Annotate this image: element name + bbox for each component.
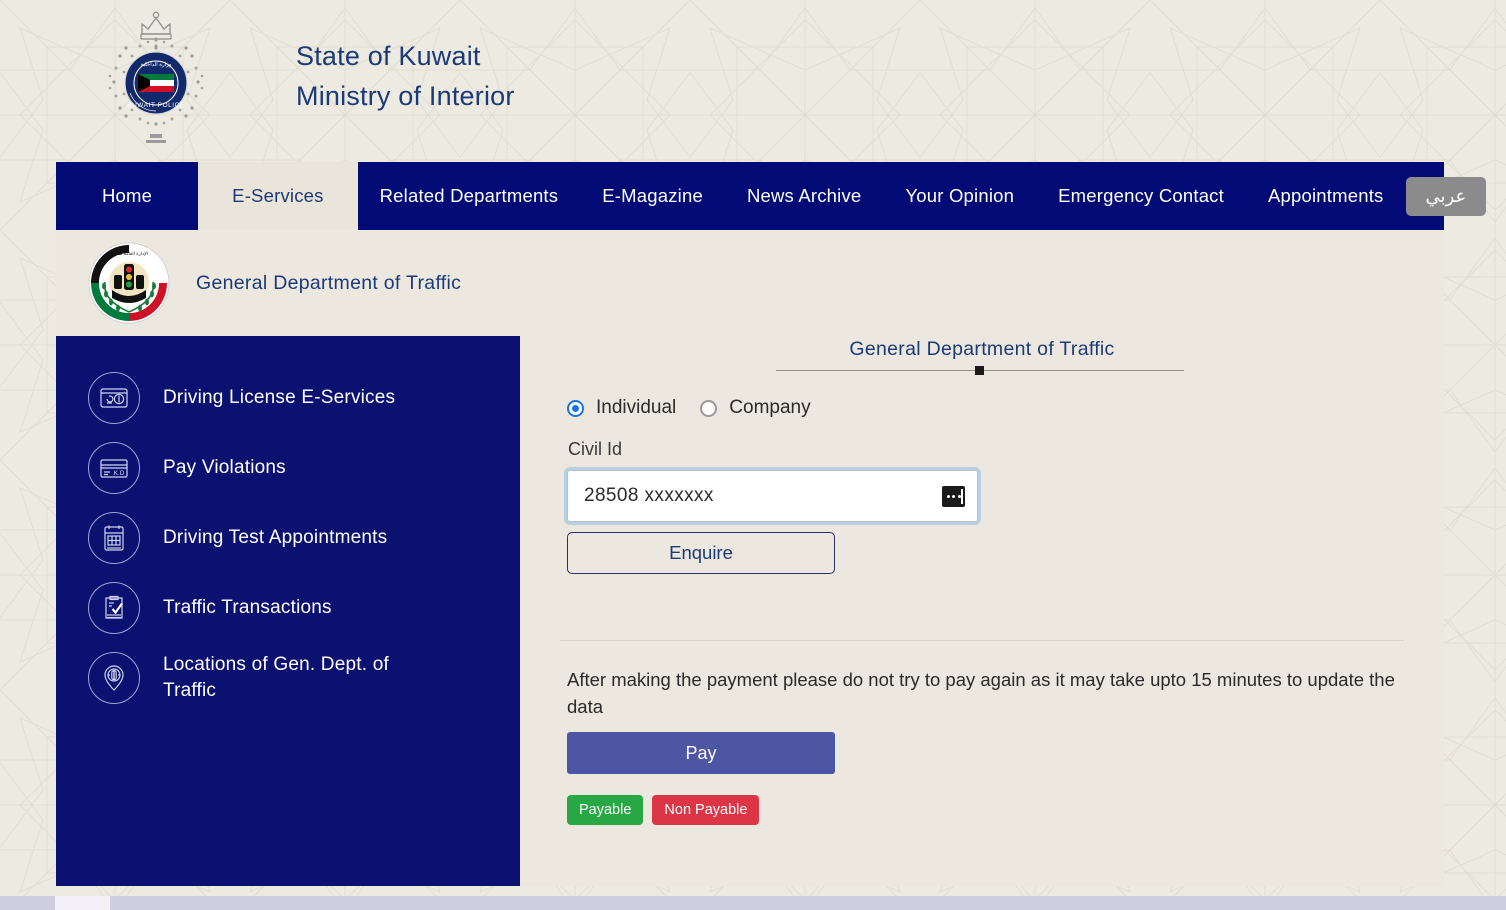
nav-item-e-services[interactable]: E-Services bbox=[198, 162, 358, 230]
department-name: General Department of Traffic bbox=[196, 271, 462, 294]
document-check-icon bbox=[88, 582, 140, 634]
radio-company[interactable] bbox=[700, 399, 718, 417]
radio-individual[interactable] bbox=[567, 399, 584, 417]
header-line-1: State of Kuwait bbox=[296, 41, 481, 71]
sidebar-item-label: Driving License E-Services bbox=[163, 387, 396, 408]
location-pin-icon bbox=[88, 652, 140, 704]
payment-notice: After making the payment please do not t… bbox=[567, 669, 1395, 717]
calendar-icon bbox=[88, 512, 140, 564]
nav-item-emergency-contact[interactable]: Emergency Contact bbox=[1036, 162, 1246, 230]
horizontal-scrollbar-thumb[interactable] bbox=[55, 896, 110, 910]
nav-item-home[interactable]: Home bbox=[56, 162, 198, 230]
department-banner: الإدارة العامة للمرور General Department… bbox=[56, 230, 1444, 336]
civil-id-label: Civil Id bbox=[568, 439, 623, 459]
pay-button[interactable]: Pay bbox=[567, 732, 835, 774]
status-badge-non-payable[interactable]: Non Payable bbox=[652, 795, 760, 825]
site-header: KUWAIT POLICE وزارة الداخلية State of Ku… bbox=[0, 0, 1506, 160]
status-badge-payable[interactable]: Payable bbox=[567, 795, 644, 825]
enquiry-form: General Department of Traffic Individual… bbox=[560, 336, 1444, 886]
status-legend: Payable Non Payable bbox=[567, 795, 760, 825]
svg-text:وزارة الداخلية: وزارة الداخلية bbox=[141, 62, 172, 68]
sidebar-item-locations-of-gen-dept-of-traffic[interactable]: Locations of Gen. Dept. of Traffic bbox=[88, 652, 423, 704]
section-divider-marker bbox=[975, 366, 984, 375]
horizontal-scrollbar[interactable] bbox=[0, 896, 1506, 910]
general-department-of-traffic-emblem-icon: الإدارة العامة للمرور bbox=[88, 242, 170, 324]
sidebar-item-pay-violations[interactable]: K.D Pay Violations bbox=[88, 442, 286, 494]
sidebar-item-driving-test-appointments[interactable]: Driving Test Appointments bbox=[88, 512, 387, 564]
license-card-icon bbox=[88, 372, 140, 424]
enquire-button[interactable]: Enquire bbox=[567, 532, 835, 574]
page-title: State of Kuwait Ministry of Interior bbox=[296, 36, 515, 116]
civil-id-field-wrapper[interactable] bbox=[564, 467, 981, 525]
entity-type-radio-group: Individual Company bbox=[567, 397, 811, 419]
svg-text:KUWAIT POLICE: KUWAIT POLICE bbox=[127, 102, 185, 109]
civil-id-input[interactable] bbox=[568, 471, 942, 521]
sidebar-item-driving-license-e-services[interactable]: Driving License E-Services bbox=[88, 372, 395, 424]
language-toggle-button[interactable]: عربي bbox=[1405, 176, 1487, 216]
payment-card-kd-icon: K.D bbox=[88, 442, 140, 494]
sidebar-item-label: Pay Violations bbox=[163, 457, 286, 478]
section-title: General Department of Traffic bbox=[849, 338, 1115, 360]
services-sidebar: Driving License E-Services K.D Pay Viola… bbox=[56, 336, 520, 886]
sidebar-item-label: Locations of Gen. Dept. of Traffic bbox=[163, 654, 389, 701]
password-keyboard-icon[interactable] bbox=[942, 485, 965, 507]
radio-company-label[interactable]: Company bbox=[729, 397, 810, 419]
sidebar-item-label: Traffic Transactions bbox=[163, 597, 332, 618]
nav-item-related-departments[interactable]: Related Departments bbox=[358, 162, 581, 230]
kuwait-police-emblem-icon: KUWAIT POLICE وزارة الداخلية bbox=[108, 11, 204, 143]
nav-item-your-opinion[interactable]: Your Opinion bbox=[883, 162, 1036, 230]
content-divider bbox=[560, 640, 1404, 641]
svg-text:K.D: K.D bbox=[114, 470, 125, 477]
main-navigation: Home E-Services Related Departments E-Ma… bbox=[56, 162, 1487, 230]
sidebar-item-label: Driving Test Appointments bbox=[163, 527, 388, 548]
sidebar-item-traffic-transactions[interactable]: Traffic Transactions bbox=[88, 582, 332, 634]
header-line-2: Ministry of Interior bbox=[296, 81, 515, 111]
nav-item-appointments[interactable]: Appointments bbox=[1246, 162, 1406, 230]
radio-individual-label[interactable]: Individual bbox=[596, 397, 676, 419]
nav-item-e-magazine[interactable]: E-Magazine bbox=[580, 162, 725, 230]
nav-item-news-archive[interactable]: News Archive bbox=[725, 162, 883, 230]
